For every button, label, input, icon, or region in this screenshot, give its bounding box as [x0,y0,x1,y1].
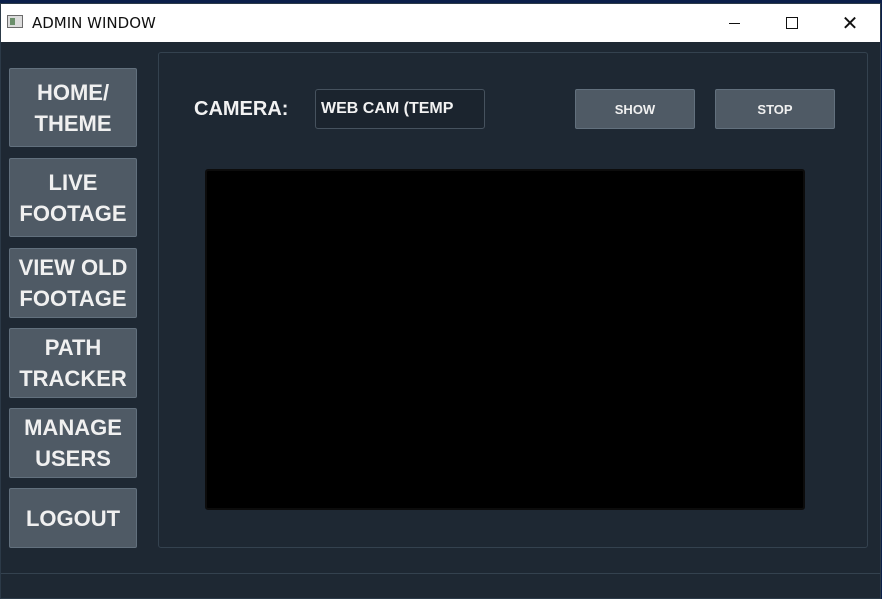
app-window-icon [7,15,23,28]
minimize-icon [728,22,740,24]
sidebar-item-label: VIEW OLD FOOTAGE [18,255,128,311]
admin-window: ADMIN WINDOW ✕ HOME/ THEME LIVE FOOTAGE … [0,3,881,599]
camera-select[interactable]: WEB CAM (TEMP [315,89,485,129]
sidebar-item-path-tracker[interactable]: PATH TRACKER [9,328,137,398]
maximize-icon [786,17,798,29]
video-display [205,169,805,510]
sidebar-item-label: HOME/ THEME [34,79,112,136]
sidebar-item-live-footage[interactable]: LIVE FOOTAGE [9,158,137,237]
camera-label: CAMERA: [194,98,289,120]
title-bar[interactable]: ADMIN WINDOW ✕ [1,4,880,42]
maximize-button[interactable] [763,4,821,42]
sidebar-item-label: LIVE FOOTAGE [19,169,127,226]
logout-button[interactable]: LOGOUT [9,488,137,548]
sidebar-item-home-theme[interactable]: HOME/ THEME [9,68,137,147]
sidebar-item-label: PATH TRACKER [19,335,127,391]
sidebar-item-view-old-footage[interactable]: VIEW OLD FOOTAGE [9,248,137,318]
status-bar [1,573,880,598]
close-icon: ✕ [841,11,859,35]
window-title: ADMIN WINDOW [32,14,156,32]
close-button[interactable]: ✕ [821,4,879,42]
sidebar-item-label: MANAGE USERS [24,415,122,471]
sidebar-item-manage-users[interactable]: MANAGE USERS [9,408,137,478]
show-button[interactable]: SHOW [575,89,695,129]
sidebar-item-label: LOGOUT [25,505,121,531]
minimize-button[interactable] [705,4,763,42]
stop-button[interactable]: STOP [715,89,835,129]
